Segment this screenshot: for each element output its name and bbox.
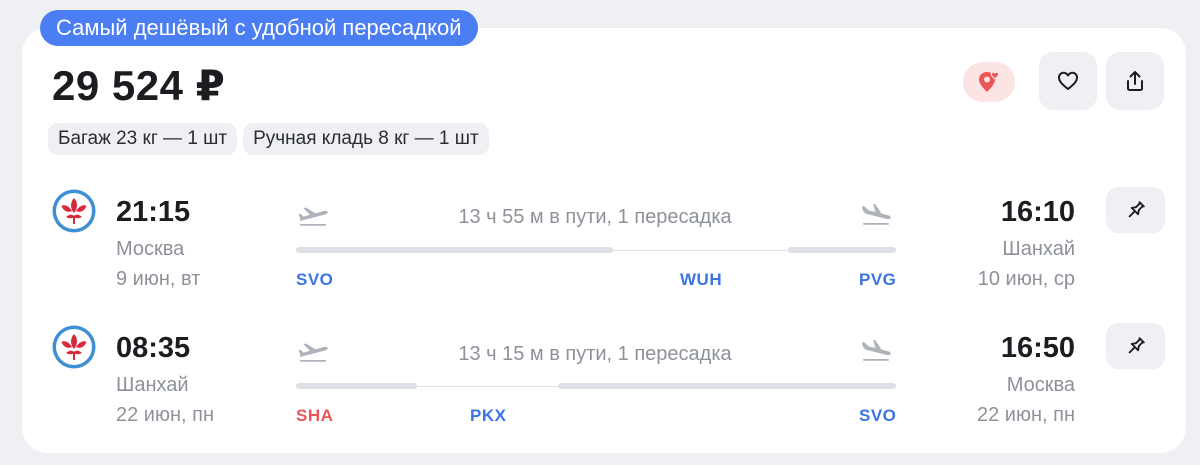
airport-code-destination: PVG — [859, 270, 897, 289]
pin-button[interactable] — [1106, 323, 1165, 369]
flight-leg-bar — [296, 247, 613, 253]
flight-leg-bar — [788, 247, 896, 253]
heart-icon — [1058, 71, 1078, 90]
offer-badge: Самый дешёвый с удобной пересадкой — [40, 10, 478, 46]
arrival-city: Москва — [1006, 374, 1075, 396]
promo-button[interactable] — [963, 62, 1015, 102]
china-southern-logo — [52, 189, 96, 233]
flight-leg-bar — [558, 383, 896, 389]
airport-code-origin: SHA — [296, 406, 334, 425]
takeoff-plane-icon — [298, 207, 328, 226]
flight-duration: 13 ч 55 м в пути, 1 пересадка — [458, 206, 732, 228]
landing-plane-icon — [862, 340, 891, 361]
departure-date: 22 июн, пн — [116, 404, 215, 426]
airport-code-layover: PKX — [470, 406, 507, 425]
share-button[interactable] — [1106, 52, 1164, 110]
flight-duration: 13 ч 15 м в пути, 1 пересадка — [458, 343, 732, 365]
baggage-tags: Багаж 23 кг — 1 шт Ручная кладь 8 кг — 1… — [48, 123, 489, 155]
landing-plane-icon — [862, 204, 891, 225]
airport-code-origin: SVO — [296, 270, 334, 289]
arrival-city: Шанхай — [1002, 238, 1075, 260]
airport-code-destination: SVO — [859, 406, 897, 425]
pin-icon — [1128, 337, 1145, 354]
china-southern-logo — [52, 325, 96, 369]
takeoff-plane-icon — [298, 343, 328, 362]
flight-leg-bar — [296, 383, 417, 389]
price: 29 524 ₽ — [52, 62, 226, 109]
favorite-button[interactable] — [1039, 52, 1097, 110]
layover-line — [417, 386, 558, 387]
departure-time: 21:15 — [116, 196, 191, 228]
hand-luggage-tag: Ручная кладь 8 кг — 1 шт — [243, 123, 489, 155]
departure-city: Москва — [116, 238, 185, 260]
location-heart-icon — [979, 71, 1000, 92]
pin-button[interactable] — [1106, 187, 1165, 233]
arrival-time: 16:10 — [1000, 196, 1075, 228]
departure-date: 9 июн, вт — [116, 268, 201, 290]
departure-time: 08:35 — [116, 332, 191, 364]
arrival-date: 22 июн, пн — [976, 404, 1075, 426]
baggage-tag: Багаж 23 кг — 1 шт — [48, 123, 238, 155]
departure-city: Шанхай — [116, 374, 189, 396]
airport-code-layover: WUH — [680, 270, 723, 289]
arrival-time: 16:50 — [1000, 332, 1075, 364]
arrival-date: 10 июн, ср — [977, 268, 1075, 290]
pin-icon — [1128, 201, 1145, 218]
layover-line — [613, 250, 788, 251]
share-icon — [1127, 71, 1143, 91]
